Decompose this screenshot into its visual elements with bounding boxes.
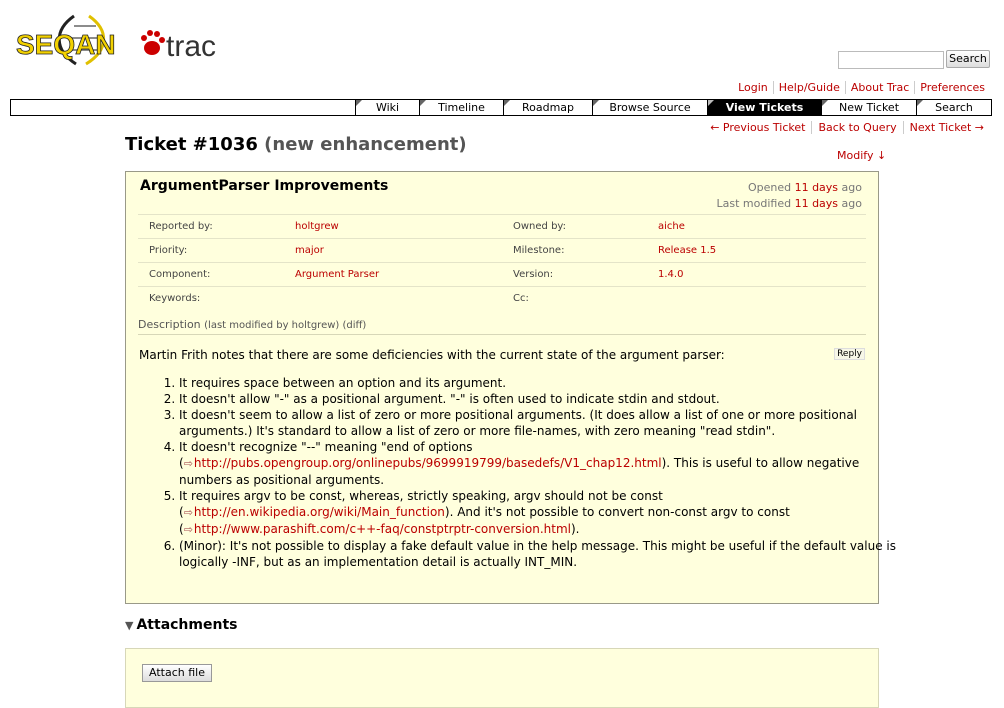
cc-value	[658, 286, 866, 310]
opened-timeline-link[interactable]: 11 days	[795, 181, 838, 194]
cc-label: Cc:	[513, 286, 658, 310]
context-navigation: ← Previous Ticket Back to Query Next Tic…	[704, 121, 990, 134]
ticket-properties: Reported by: holtgrew Owned by: aiche Pr…	[138, 214, 866, 310]
dna-helix-icon: SEQAN trac	[16, 14, 216, 66]
opened-label: Opened	[747, 181, 792, 194]
property-row: Reported by: holtgrew Owned by: aiche	[138, 214, 866, 239]
ticket-status: (new enhancement)	[264, 134, 467, 155]
ticket-summary: ArgumentParser Improvements	[140, 178, 389, 194]
attachments-title: Attachments	[136, 617, 238, 633]
tab-browse-source[interactable]: Browse Source	[592, 100, 707, 115]
attachments-box: Attach file	[125, 648, 879, 708]
search-input[interactable]	[838, 51, 944, 69]
description-modified-info[interactable]: (last modified by holtgrew) (diff)	[204, 320, 366, 331]
property-row: Component: Argument Parser Version: 1.4.…	[138, 262, 866, 287]
attachments-header[interactable]: ▼ Attachments	[125, 617, 237, 633]
property-row: Priority: major Milestone: Release 1.5	[138, 238, 866, 263]
ticket-number: Ticket #1036	[125, 134, 258, 155]
list-item: It requires space between an option and …	[179, 375, 899, 391]
item-text: ).	[570, 522, 580, 536]
attach-file-button[interactable]: Attach file	[142, 664, 212, 682]
list-item: It doesn't allow "-" as a positional arg…	[179, 391, 899, 407]
login-link[interactable]: Login	[733, 81, 773, 94]
preferences-link[interactable]: Preferences	[914, 81, 990, 94]
wikipedia-link[interactable]: http://en.wikipedia.org/wiki/Main_functi…	[184, 505, 445, 519]
ticket-dates: Opened 11 days ago Last modified 11 days…	[717, 180, 863, 212]
svg-text:SEQAN: SEQAN	[16, 29, 116, 60]
modified-label: Last modified	[716, 197, 792, 210]
opened-suffix: ago	[841, 181, 862, 194]
list-item: It doesn't seem to allow a list of zero …	[179, 407, 899, 439]
back-to-query-link[interactable]: Back to Query	[811, 121, 902, 134]
component-link[interactable]: Argument Parser	[295, 269, 379, 280]
priority-link[interactable]: major	[295, 245, 324, 256]
reported-by-label: Reported by:	[138, 214, 295, 239]
description-list: It requires space between an option and …	[139, 375, 899, 570]
version-label: Version:	[513, 262, 658, 287]
svg-text:trac: trac	[166, 30, 216, 63]
previous-ticket-link[interactable]: ← Previous Ticket	[704, 121, 811, 134]
modified-suffix: ago	[841, 197, 862, 210]
tab-timeline[interactable]: Timeline	[419, 100, 503, 115]
list-item: (Minor): It's not possible to display a …	[179, 538, 899, 570]
help-guide-link[interactable]: Help/Guide	[772, 81, 845, 94]
milestone-label: Milestone:	[513, 238, 658, 263]
tab-search[interactable]: Search	[916, 100, 991, 115]
component-label: Component:	[138, 262, 295, 287]
about-trac-link[interactable]: About Trac	[844, 81, 914, 94]
reporter-link[interactable]: holtgrew	[295, 221, 339, 232]
owner-link[interactable]: aiche	[658, 221, 685, 232]
search-button[interactable]: Search	[946, 50, 990, 68]
tab-new-ticket[interactable]: New Ticket	[821, 100, 916, 115]
main-navigation: Wiki Timeline Roadmap Browse Source View…	[10, 99, 992, 116]
ticket-box: ArgumentParser Improvements Opened 11 da…	[125, 171, 896, 604]
modify-link[interactable]: Modify ↓	[837, 149, 886, 162]
tab-wiki[interactable]: Wiki	[355, 100, 419, 115]
milestone-link[interactable]: Release 1.5	[658, 245, 716, 256]
modified-timeline-link[interactable]: 11 days	[795, 197, 838, 210]
next-ticket-link[interactable]: Next Ticket →	[902, 121, 990, 134]
seqan-trac-logo[interactable]: SEQAN trac	[14, 10, 234, 70]
paw-icon	[141, 30, 165, 55]
parashift-link[interactable]: http://www.parashift.com/c++-faq/constpt…	[184, 522, 571, 536]
keywords-value	[295, 286, 513, 310]
page-title: Ticket #1036 (new enhancement)	[125, 134, 467, 155]
description-label: Description	[138, 318, 201, 331]
opengroup-link[interactable]: http://pubs.opengroup.org/onlinepubs/969…	[184, 456, 662, 470]
description-header: Description (last modified by holtgrew) …	[138, 318, 866, 335]
priority-label: Priority:	[138, 238, 295, 263]
owned-by-label: Owned by:	[513, 214, 658, 239]
description-intro: Martin Frith notes that there are some d…	[139, 348, 725, 362]
tab-roadmap[interactable]: Roadmap	[503, 100, 592, 115]
collapse-triangle-icon[interactable]: ▼	[125, 619, 133, 632]
version-link[interactable]: 1.4.0	[658, 269, 683, 280]
list-item: It requires argv to be const, whereas, s…	[179, 488, 899, 538]
keywords-label: Keywords:	[138, 286, 295, 310]
meta-navigation: Login Help/Guide About Trac Preferences	[733, 81, 990, 94]
reply-button[interactable]: Reply	[834, 348, 865, 360]
tab-view-tickets[interactable]: View Tickets	[707, 100, 821, 115]
property-row: Keywords: Cc:	[138, 286, 866, 310]
list-item: It doesn't recognize "--" meaning "end o…	[179, 439, 899, 488]
